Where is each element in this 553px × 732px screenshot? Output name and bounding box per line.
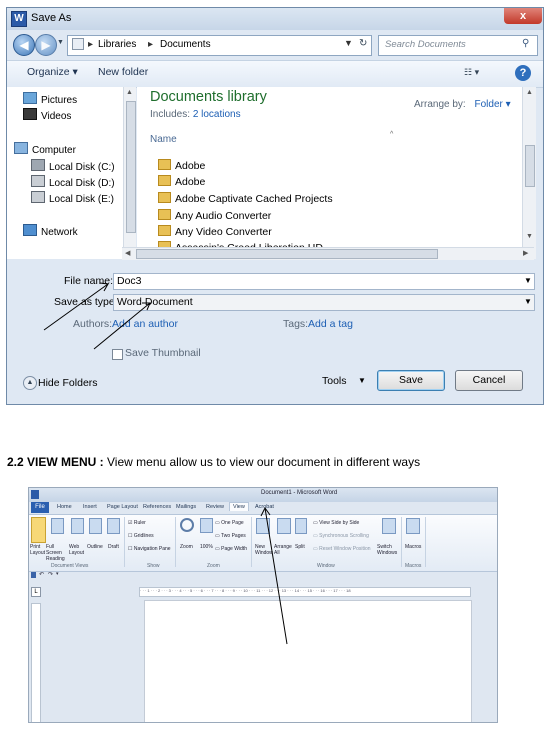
annotation-arrows (43, 282, 151, 350)
arrow-to-file-name (43, 283, 109, 331)
view-annotation-arrow (260, 507, 288, 645)
arrow-to-save-type (93, 302, 151, 350)
section-heading: 2.2 VIEW MENU : View menu allow us to vi… (7, 455, 421, 469)
arrow-to-view-tab (264, 507, 288, 645)
